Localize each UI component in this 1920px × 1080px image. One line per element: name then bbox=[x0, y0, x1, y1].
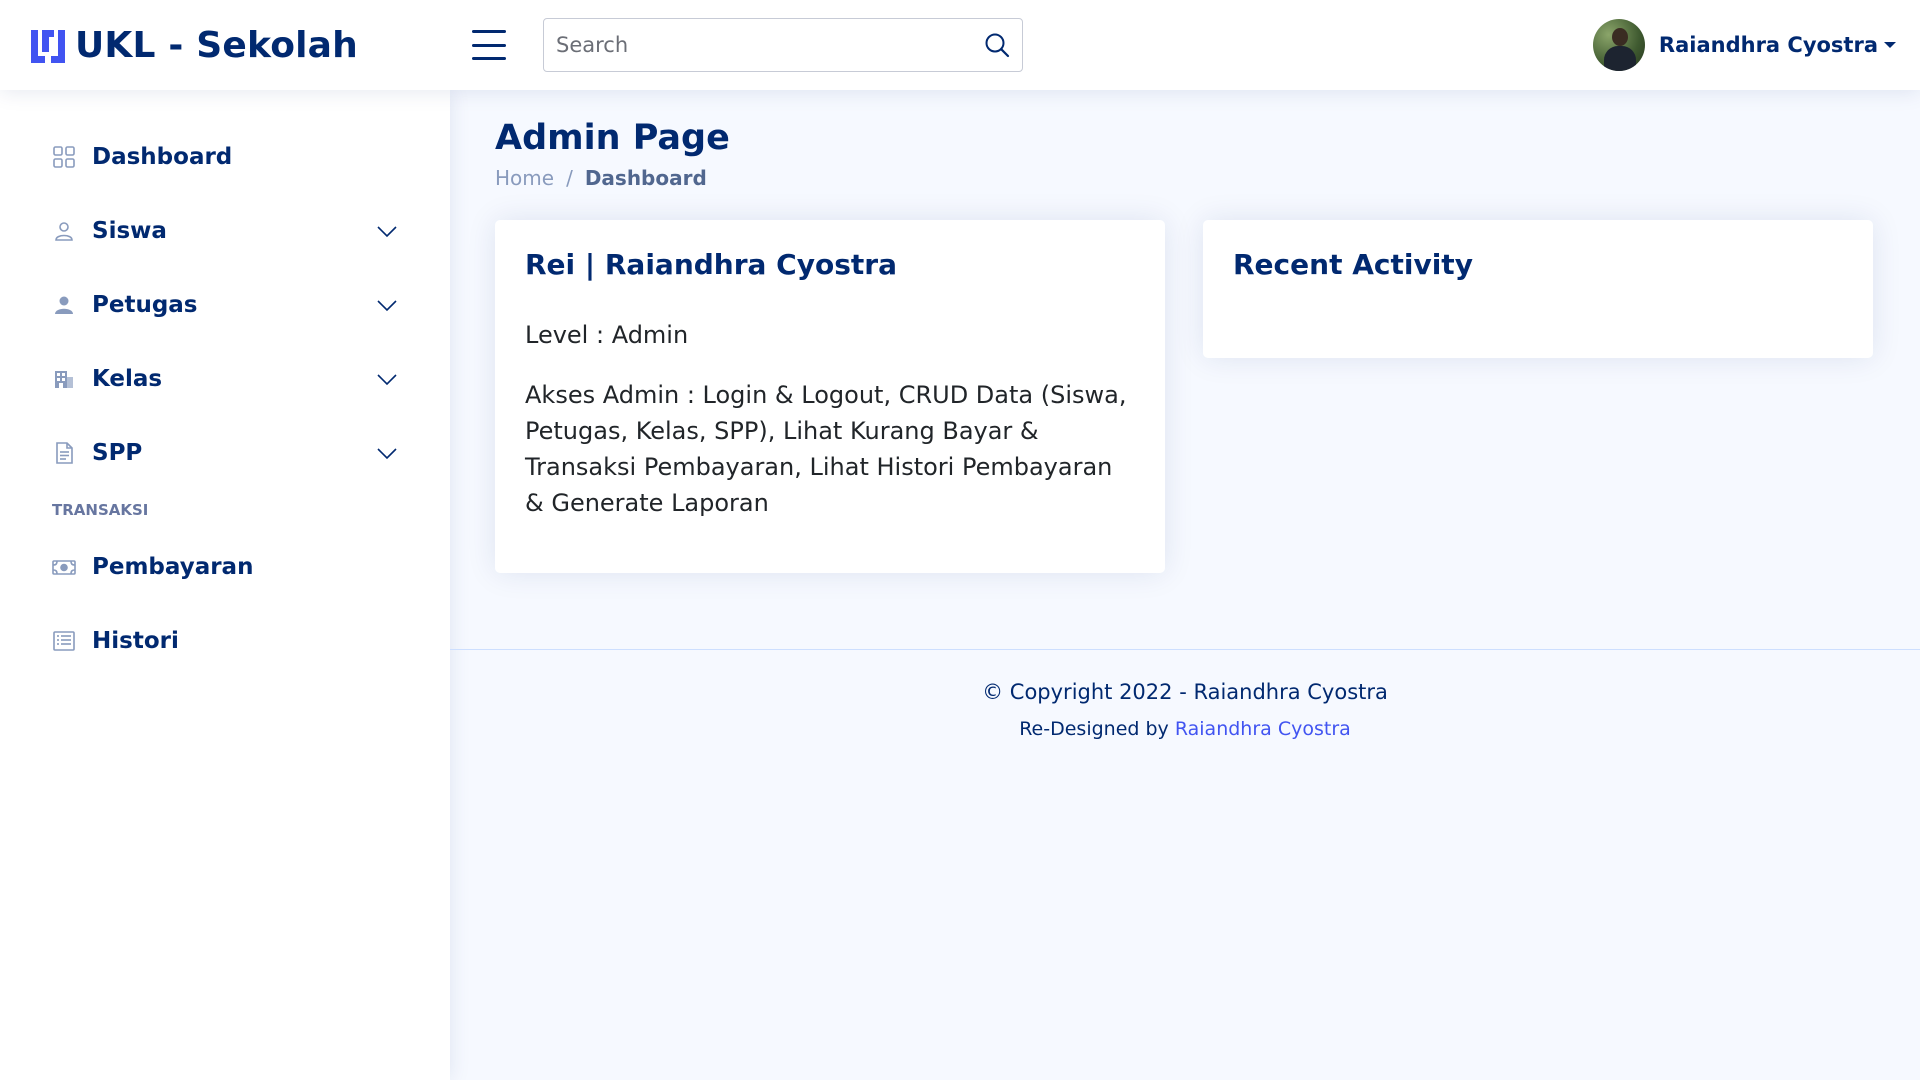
profile-dropdown[interactable]: Raiandhra Cyostra bbox=[1592, 19, 1896, 71]
profile-card: Rei | Raiandhra Cyostra Level : Admin Ak… bbox=[495, 220, 1165, 573]
chevron-down-icon bbox=[377, 374, 397, 386]
credits-link[interactable]: Raiandhra Cyostra bbox=[1175, 718, 1351, 740]
chevron-down-icon bbox=[377, 226, 397, 238]
recent-activity-card: Recent Activity bbox=[1203, 220, 1873, 358]
avatar bbox=[1592, 19, 1645, 71]
list-icon bbox=[52, 629, 76, 653]
file-text-icon bbox=[52, 441, 76, 465]
profile-name: Raiandhra Cyostra bbox=[1658, 33, 1878, 57]
logo[interactable]: UKL - Sekolah bbox=[29, 20, 358, 70]
search-bar bbox=[543, 18, 1023, 72]
sidebar-item-siswa[interactable]: Siswa bbox=[0, 194, 450, 268]
recent-activity-title: Recent Activity bbox=[1233, 248, 1473, 281]
sidebar-item-pembayaran[interactable]: Pembayaran bbox=[0, 530, 450, 604]
footer: © Copyright 2022 - Raiandhra Cyostra Re-… bbox=[450, 649, 1920, 740]
sidebar-item-label: Histori bbox=[92, 628, 179, 654]
user-level: Level : Admin bbox=[525, 321, 689, 349]
hamburger-line bbox=[472, 43, 506, 47]
search-input[interactable] bbox=[544, 19, 972, 71]
sidebar-item-histori[interactable]: Histori bbox=[0, 604, 450, 678]
sidebar-item-petugas[interactable]: Petugas bbox=[0, 268, 450, 342]
top-header: UKL - Sekolah Raiandhra Cyostra bbox=[0, 0, 1920, 90]
admin-access-description: Akses Admin : Login & Logout, CRUD Data … bbox=[525, 381, 1127, 517]
sidebar-item-label: Pembayaran bbox=[92, 554, 254, 580]
chevron-down-icon bbox=[377, 300, 397, 312]
page-title: Admin Page bbox=[495, 118, 730, 158]
logo-icon bbox=[31, 30, 65, 63]
credits: Re-Designed by Raiandhra Cyostra bbox=[450, 718, 1920, 740]
credits-prefix: Re-Designed by bbox=[1019, 718, 1169, 740]
profile-card-title: Rei | Raiandhra Cyostra bbox=[525, 248, 897, 281]
sidebar-item-label: Petugas bbox=[92, 292, 198, 318]
page-title-section: Admin Page Home / Dashboard bbox=[495, 118, 730, 190]
main-content: Admin Page Home / Dashboard Rei | Raiand… bbox=[450, 90, 1920, 1080]
caret-down-icon bbox=[1884, 42, 1896, 48]
sidebar-item-label: Siswa bbox=[92, 218, 167, 244]
breadcrumb-home-link[interactable]: Home bbox=[495, 166, 554, 190]
building-icon bbox=[52, 367, 76, 391]
sidebar-item-spp[interactable]: SPP bbox=[0, 416, 450, 490]
search-button[interactable] bbox=[972, 20, 1022, 70]
breadcrumb-current: Dashboard bbox=[584, 166, 707, 190]
grid-icon bbox=[52, 145, 76, 169]
sidebar-item-dashboard[interactable]: Dashboard bbox=[0, 120, 450, 194]
sidebar-toggle-button[interactable] bbox=[470, 27, 508, 63]
logo-text: UKL - Sekolah bbox=[75, 24, 358, 66]
copyright-text: © Copyright 2022 - Raiandhra Cyostra bbox=[982, 680, 1388, 704]
person-outline-icon bbox=[52, 219, 76, 243]
hamburger-line bbox=[472, 30, 506, 33]
search-icon bbox=[985, 33, 1010, 58]
breadcrumb-separator: / bbox=[566, 166, 573, 190]
hamburger-line bbox=[472, 57, 506, 60]
sidebar: Dashboard Siswa Petugas Kelas SPP TRANSA… bbox=[0, 90, 450, 1080]
sidebar-item-label: SPP bbox=[92, 440, 143, 466]
cash-icon bbox=[52, 555, 76, 579]
sidebar-item-kelas[interactable]: Kelas bbox=[0, 342, 450, 416]
breadcrumb: Home / Dashboard bbox=[495, 166, 730, 190]
sidebar-item-label: Dashboard bbox=[92, 144, 233, 170]
sidebar-item-label: Kelas bbox=[92, 366, 163, 392]
person-fill-icon bbox=[52, 293, 76, 317]
chevron-down-icon bbox=[377, 448, 397, 460]
sidebar-heading: TRANSAKSI bbox=[52, 501, 149, 519]
